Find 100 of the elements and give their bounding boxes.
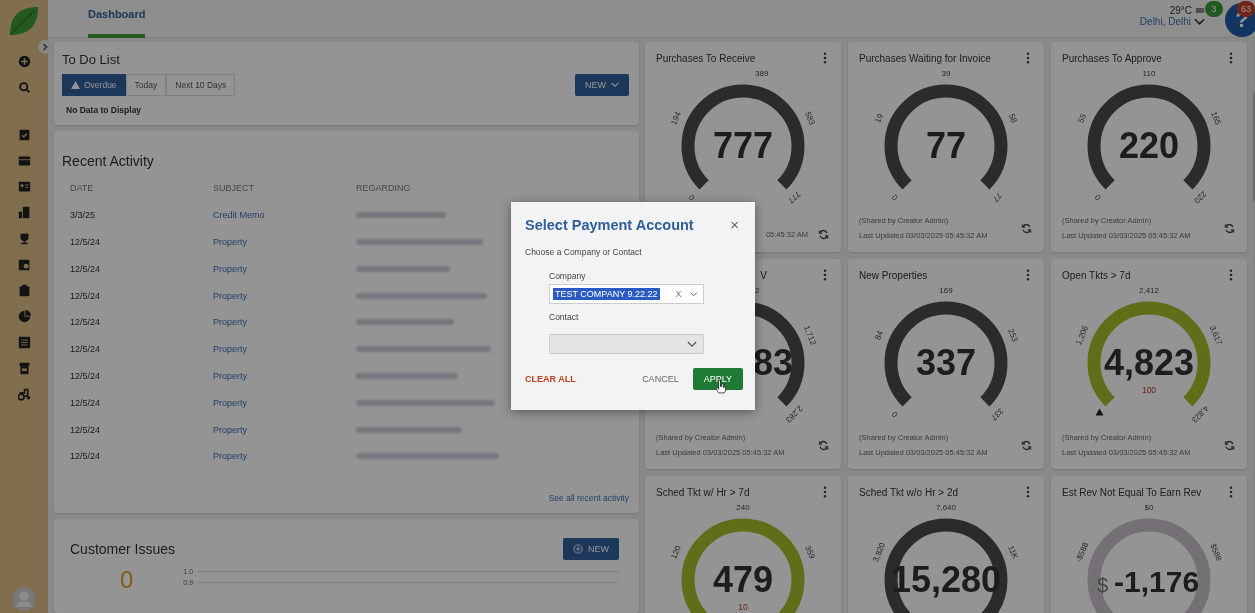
more-menu-icon[interactable] <box>1229 269 1233 281</box>
tick-label: -$588 <box>1074 541 1091 564</box>
date-cell-text: 12/5/24 <box>70 397 102 408</box>
search-icon[interactable] <box>17 81 31 94</box>
subject-link[interactable]: Property <box>213 451 356 462</box>
column-header: SUBJECT <box>213 183 255 194</box>
building-icon[interactable] <box>17 206 31 219</box>
refresh-icon[interactable] <box>1021 222 1032 234</box>
refresh-icon[interactable] <box>1021 439 1032 451</box>
tick-label: 240 <box>736 503 750 513</box>
select-field[interactable] <box>549 334 704 354</box>
gauge-value: 4,823 <box>1103 342 1195 383</box>
card-title: Est Rev Not Equal To Earn Rev <box>1062 486 1202 498</box>
date-cell-text: 12/5/24 <box>70 424 102 435</box>
more-menu-icon[interactable] <box>1229 52 1233 64</box>
tick-label: 165 <box>1209 110 1223 127</box>
card-title: Purchases To Approve <box>1062 52 1162 64</box>
more-menu-icon[interactable] <box>823 269 827 281</box>
clipboard-icon[interactable] <box>17 284 31 297</box>
tick-label: 55 <box>1076 112 1088 125</box>
tick-label: 359 <box>803 544 817 561</box>
tick-label: 58 <box>1007 112 1019 125</box>
tick-label: 110 <box>1142 69 1156 79</box>
tick-label: 337 <box>989 406 1006 423</box>
tick-label: 1,206 <box>1074 324 1091 347</box>
warning-icon <box>71 81 80 89</box>
refresh-icon[interactable] <box>1224 222 1235 234</box>
more-menu-icon[interactable] <box>1229 486 1233 498</box>
clear-all-button[interactable]: CLEAR ALL <box>525 374 576 384</box>
date-cell-text: 12/5/24 <box>70 370 102 381</box>
chevron-down-icon[interactable] <box>1194 17 1205 26</box>
tick-label: 120 <box>669 544 683 561</box>
filter-tab[interactable]: Next 10 Days <box>166 74 236 96</box>
location-text[interactable]: Delhi, Delhi <box>1139 16 1191 27</box>
card-title: New Properties <box>859 269 928 281</box>
date-cell-text: 12/5/24 <box>70 451 102 462</box>
card-icon[interactable] <box>17 180 31 193</box>
tick-label: 84 <box>873 329 885 342</box>
subject-link[interactable]: Property <box>213 370 356 381</box>
filter-tab[interactable]: Today <box>125 74 167 96</box>
refresh-icon[interactable] <box>1224 439 1235 451</box>
dashboard-tab[interactable]: Dashboard <box>88 0 146 38</box>
subject-link[interactable]: Property <box>213 317 356 328</box>
apply-button[interactable]: APPLY <box>692 368 743 390</box>
tick-label: 1,712 <box>801 324 818 347</box>
leaf-logo[interactable] <box>7 4 41 38</box>
trophy-icon[interactable] <box>17 232 31 245</box>
tick-label: 77 <box>990 190 1004 204</box>
tick-label: 389 <box>755 69 769 79</box>
pie-icon[interactable] <box>17 310 31 323</box>
select-field[interactable]: TEST COMPANY 9.22.22 X <box>549 284 704 304</box>
date-cell-text: 12/5/24 <box>70 237 102 247</box>
card-title: Purchases Waiting for Invoice <box>859 52 991 64</box>
gauge-value: 777 <box>712 125 774 166</box>
subject-link[interactable]: Property <box>213 344 356 355</box>
tick-label: $0 <box>1144 503 1154 513</box>
tick-label: 2,412 <box>1139 286 1159 296</box>
subject-link[interactable]: Credit Memo <box>213 210 356 221</box>
cancel-button[interactable]: CANCEL <box>642 374 679 384</box>
more-menu-icon[interactable] <box>823 486 827 498</box>
column-header: REGARDING <box>356 183 412 194</box>
gauge-value: 479 <box>712 559 774 600</box>
clipboard-check-icon[interactable] <box>17 128 31 141</box>
tick-label: 253 <box>1006 327 1020 344</box>
more-menu-icon[interactable] <box>823 52 827 64</box>
subject-link[interactable]: Property <box>213 237 356 247</box>
new-button[interactable]: NEW <box>575 74 629 96</box>
field-label: Company <box>549 271 587 281</box>
card-title: Sched Tkt w/ Hr > 7d <box>656 486 750 498</box>
subject-link[interactable]: Property <box>213 290 356 301</box>
marker-icon <box>1095 408 1104 416</box>
card-title: Sched Tkt w/o Hr > 2d <box>859 486 959 498</box>
filter-tab[interactable]: Overdue <box>62 74 126 96</box>
list-icon[interactable] <box>17 336 31 349</box>
printer-icon[interactable] <box>17 362 31 375</box>
close-button[interactable]: × <box>726 216 743 233</box>
refresh-icon[interactable] <box>818 229 829 240</box>
calendar-icon[interactable] <box>17 154 31 167</box>
plus-icon[interactable] <box>17 55 31 68</box>
tractor-icon[interactable] <box>17 388 31 401</box>
issue-count: 0 <box>119 566 134 594</box>
card-title: To Do List <box>62 52 121 67</box>
tick-label: 3,617 <box>1207 324 1224 347</box>
see-all-link[interactable]: See all recent activity <box>548 493 629 503</box>
empty-message: No Data to Display <box>65 105 143 115</box>
subject-link[interactable]: Property <box>213 263 356 274</box>
more-menu-icon[interactable] <box>1026 269 1030 281</box>
refresh-icon[interactable] <box>818 439 829 451</box>
tick-label: 169 <box>939 286 953 296</box>
new-button[interactable]: NEW <box>563 538 619 560</box>
temperature: 29°C <box>1169 5 1192 16</box>
date-cell-text: 12/5/24 <box>70 290 102 301</box>
field-label: Contact <box>549 312 580 322</box>
date-cell-text: 12/5/24 <box>70 344 102 355</box>
subject-link[interactable]: Property <box>213 397 356 408</box>
subject-link[interactable]: Property <box>213 424 356 435</box>
calendar-gear-icon[interactable] <box>17 258 31 271</box>
tick-label: 11K <box>1006 544 1020 561</box>
more-menu-icon[interactable] <box>1026 52 1030 64</box>
more-menu-icon[interactable] <box>1026 486 1030 498</box>
